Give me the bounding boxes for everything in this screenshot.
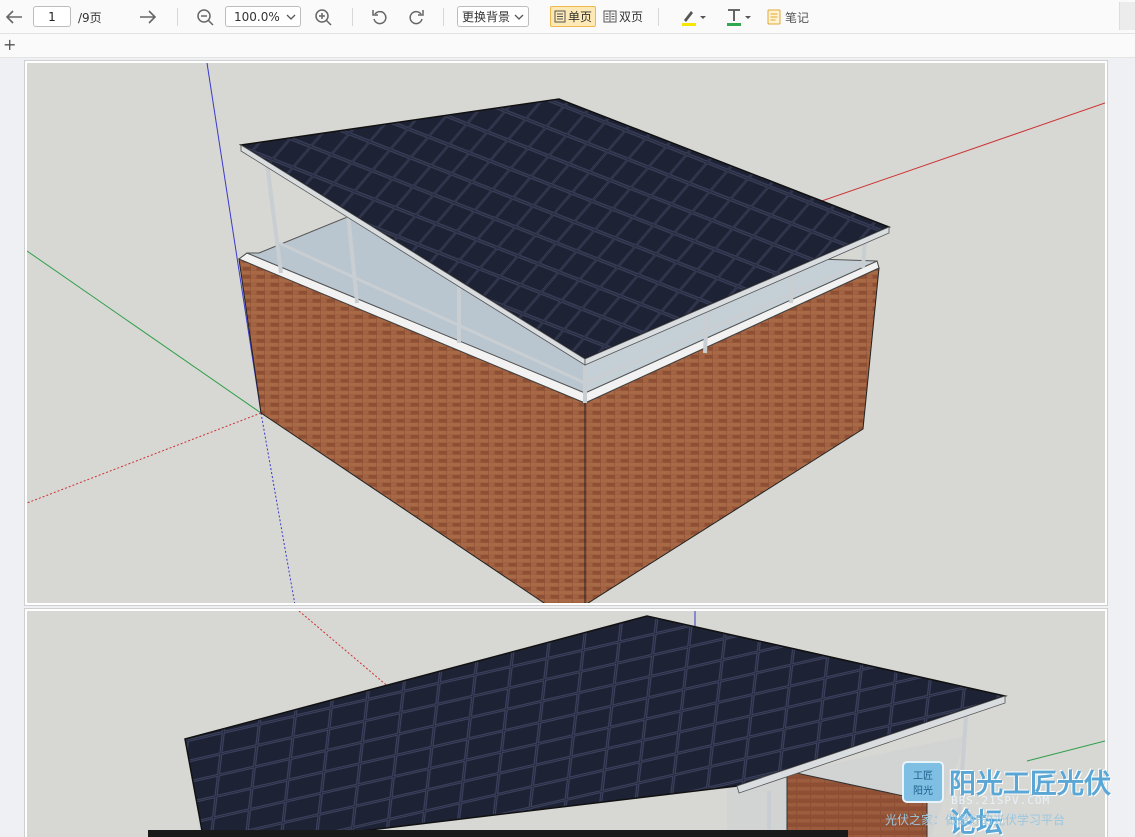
zoom-in-icon[interactable] — [312, 5, 334, 29]
svg-text:工匠: 工匠 — [913, 770, 933, 782]
chevron-down-icon — [700, 15, 706, 19]
notes-label: 笔记 — [785, 10, 810, 25]
horizontal-scrollbar[interactable] — [148, 830, 848, 837]
change-background-label: 更换背景 — [462, 10, 511, 24]
page-number-input[interactable] — [33, 6, 71, 27]
text-tool-button[interactable] — [721, 5, 755, 29]
zoom-value: 100.0% — [234, 9, 280, 24]
document-viewer[interactable]: 工匠 阳光 阳光工匠光伏论坛 BBS.21SPV.COM 光伏之家：做最好的光伏… — [0, 58, 1135, 837]
chevron-down-icon — [745, 15, 751, 19]
toolbar: /9页 100.0% 更换背景 单页 双页 笔记 — [0, 0, 1135, 34]
back-arrow-icon[interactable] — [3, 5, 25, 29]
add-tab-button[interactable]: + — [3, 35, 16, 54]
highlighter-icon — [682, 11, 696, 26]
svg-text:阳光: 阳光 — [913, 784, 933, 797]
double-page-icon — [603, 10, 617, 23]
divider — [352, 8, 353, 26]
note-icon — [767, 9, 781, 25]
highlight-tool-button[interactable] — [676, 5, 710, 29]
solar-roof-render-1 — [27, 63, 1105, 603]
forward-arrow-icon[interactable] — [137, 5, 159, 29]
double-page-label: 双页 — [619, 10, 644, 24]
page-image — [27, 63, 1105, 603]
chevron-down-icon — [286, 14, 296, 20]
zoom-select[interactable]: 100.0% — [225, 6, 301, 27]
single-page-icon — [554, 10, 566, 23]
double-page-button[interactable]: 双页 — [599, 6, 647, 27]
rotate-right-icon[interactable] — [405, 5, 427, 29]
forum-watermark: 工匠 阳光 阳光工匠光伏论坛 BBS.21SPV.COM 光伏之家：做最好的光伏… — [885, 756, 1127, 837]
forum-slogan: 光伏之家：做最好的光伏学习平台 — [885, 813, 1066, 827]
tab-bar: + — [0, 34, 1135, 58]
notes-button[interactable]: 笔记 — [767, 5, 809, 29]
chevron-down-icon — [514, 14, 524, 20]
zoom-out-icon[interactable] — [194, 5, 216, 29]
panel-toggle-button[interactable] — [1119, 2, 1135, 30]
divider — [658, 8, 659, 26]
text-tool-icon — [727, 9, 741, 26]
single-page-button[interactable]: 单页 — [550, 6, 597, 27]
single-page-label: 单页 — [568, 10, 593, 24]
page-total-label: /9页 — [78, 11, 102, 25]
divider — [443, 8, 444, 26]
forum-logo-icon: 工匠 阳光 — [901, 760, 945, 804]
divider — [177, 8, 178, 26]
forum-url: BBS.21SPV.COM — [951, 794, 1051, 807]
rotate-left-icon[interactable] — [369, 5, 391, 29]
document-page — [24, 60, 1108, 606]
change-background-select[interactable]: 更换背景 — [457, 6, 530, 27]
